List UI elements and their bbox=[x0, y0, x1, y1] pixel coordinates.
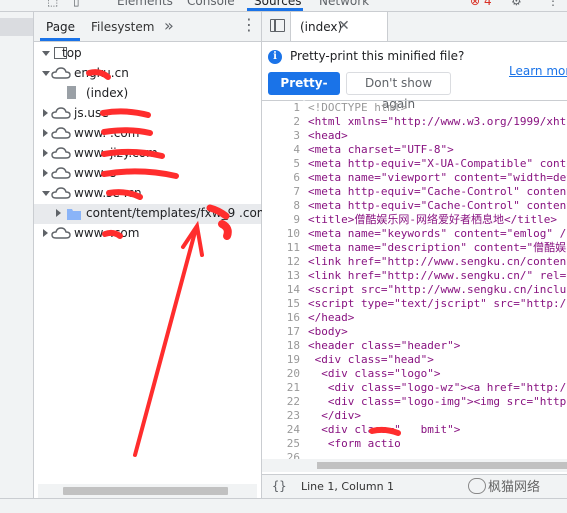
redaction-scribble bbox=[369, 426, 401, 436]
wechat-logo-icon bbox=[468, 478, 486, 494]
redaction-scribble bbox=[86, 69, 111, 80]
redaction-scribble bbox=[101, 127, 153, 136]
annotation-arrow bbox=[133, 230, 197, 457]
redaction-scribble bbox=[101, 148, 165, 159]
redaction-scribble bbox=[102, 229, 123, 239]
redaction-scribble bbox=[100, 108, 151, 118]
redaction-scribble bbox=[106, 189, 143, 200]
watermark-text: 枫猫网络 bbox=[488, 480, 541, 495]
redaction-scribble bbox=[101, 168, 179, 179]
redaction-scribble bbox=[206, 204, 230, 220]
annotation-overlay bbox=[86, 69, 401, 457]
redaction-scribble bbox=[218, 220, 232, 240]
